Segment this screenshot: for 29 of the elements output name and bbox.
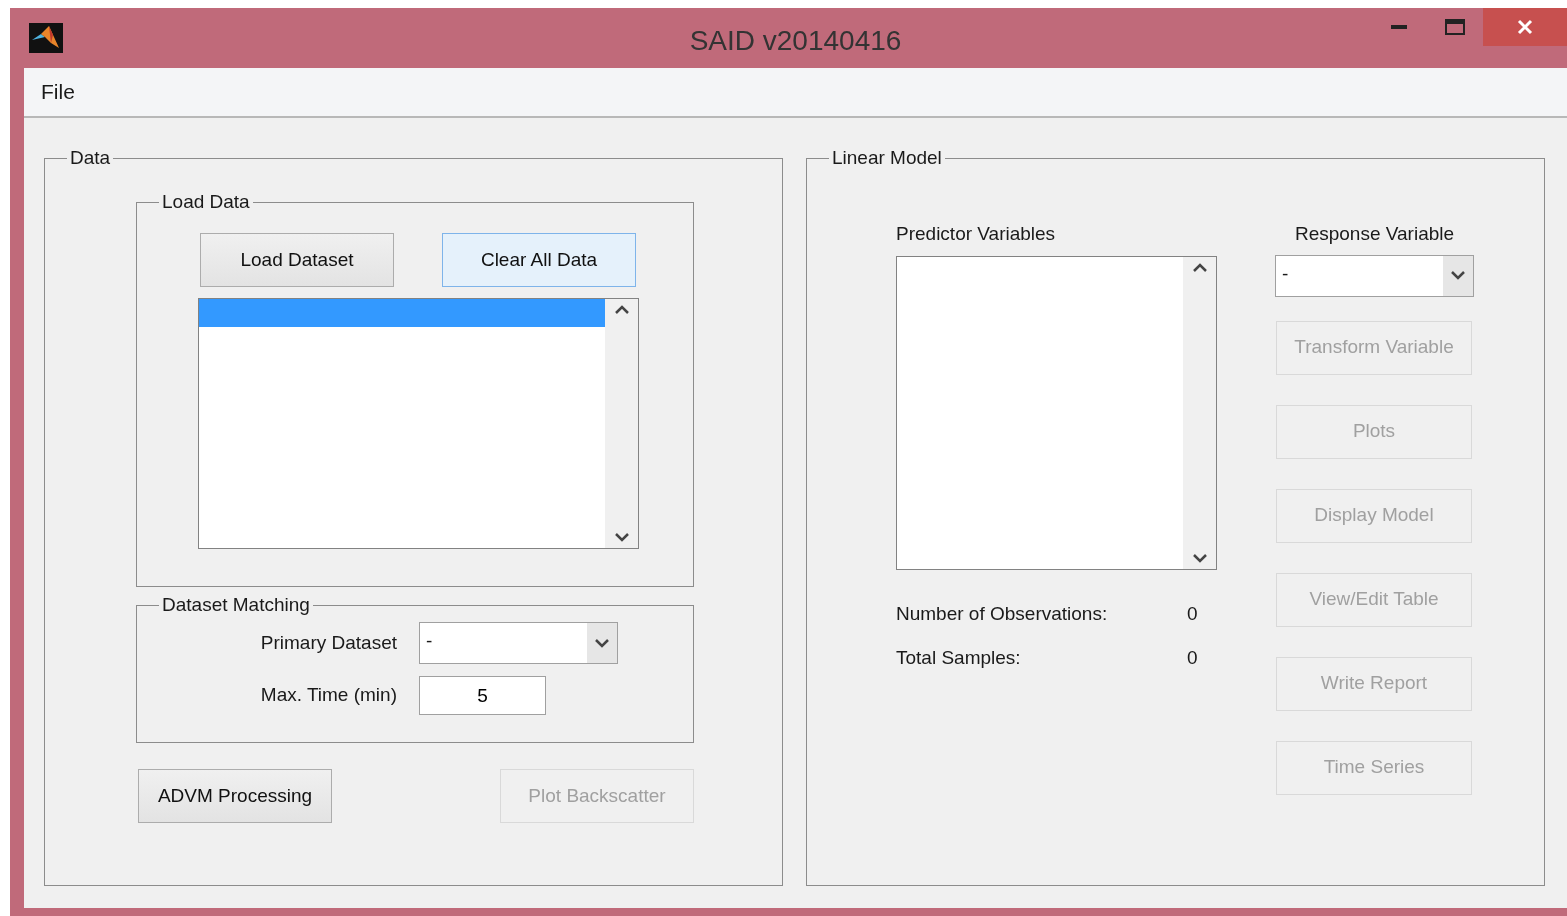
close-button[interactable] (1483, 8, 1567, 46)
stat-value: 0 (1187, 646, 1198, 670)
stat-label: Total Samples: (896, 646, 1022, 670)
app-logo-icon (29, 23, 63, 53)
close-icon (1517, 19, 1533, 35)
panel-title: Data (69, 146, 112, 170)
scroll-down-icon[interactable] (1192, 553, 1207, 563)
field-label: Max. Time (min) (259, 683, 397, 708)
response-variable-dropdown[interactable]: - (1275, 254, 1474, 297)
panel-title: Linear Model (831, 146, 943, 170)
predictor-variables-label: Predictor Variables (896, 222, 1057, 246)
action-button[interactable]: Load Dataset (200, 233, 394, 287)
scroll-up-icon[interactable] (614, 305, 629, 314)
response-variable-label: Response Variable (1293, 222, 1456, 246)
action-button[interactable]: ADVM Processing (138, 769, 332, 823)
menu-item[interactable]: File (40, 76, 76, 108)
stat-label: Number of Observations: (896, 601, 1109, 626)
primary-dataset-dropdown[interactable]: - (419, 622, 618, 664)
scroll-down-icon[interactable] (614, 533, 629, 542)
field-label: Primary Dataset (259, 630, 397, 655)
scroll-up-icon[interactable] (1192, 262, 1207, 272)
panel-title: Dataset Matching (161, 593, 311, 617)
window-title: SAID v20140416 (689, 24, 902, 58)
minimize-icon (1391, 25, 1407, 29)
action-button[interactable]: Clear All Data (442, 233, 636, 287)
maximize-icon (1445, 19, 1465, 35)
stat-value: 0 (1187, 601, 1198, 626)
max-time-input[interactable]: 5 (419, 676, 546, 715)
panel-title: Load Data (161, 190, 251, 214)
